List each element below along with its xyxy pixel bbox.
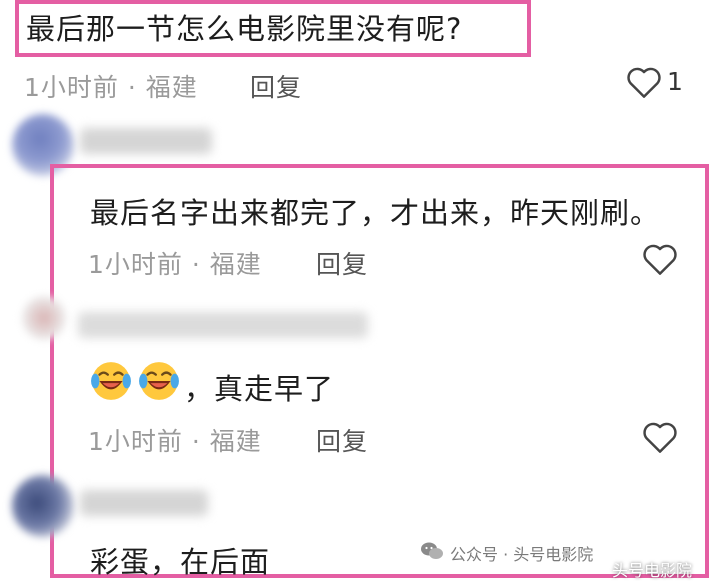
laughing-crying-emoji-icon xyxy=(139,362,179,400)
wechat-icon xyxy=(421,542,443,559)
reply-2-time-location: 1小时前 · 福建 xyxy=(88,427,262,456)
heart-icon[interactable] xyxy=(641,242,679,276)
heart-icon[interactable] xyxy=(641,420,679,454)
watermark-source-label: 公众号 · 头号电影院 xyxy=(450,545,594,564)
reply-3-author-name-blurred[interactable] xyxy=(80,490,208,516)
top-comment-reply-button[interactable]: 回复 xyxy=(250,68,302,104)
reply-2-reply-button[interactable]: 回复 xyxy=(316,422,368,458)
reply-1-text: 最后名字出来都完了，才出来，昨天刚刷。 xyxy=(90,196,661,230)
top-comment-time-location: 1小时前 · 福建 xyxy=(24,73,198,102)
reply-3-text: 彩蛋，在后面 xyxy=(90,545,271,579)
reply-2-avatar[interactable] xyxy=(22,296,66,340)
reply-2-author-name-blurred[interactable] xyxy=(78,312,368,338)
reply-2-text: ，真走早了 xyxy=(184,372,335,406)
comment-thread-screenshot: 最后那一节怎么电影院里没有呢? 1小时前 · 福建 回复 1 最后名字出来都完了… xyxy=(0,0,719,581)
reply-1-author-name-blurred[interactable] xyxy=(80,128,212,154)
reply-1-time-location: 1小时前 · 福建 xyxy=(88,250,262,279)
reply-1-avatar[interactable] xyxy=(12,114,74,176)
laughing-crying-emoji-icon xyxy=(91,362,131,400)
watermark-overlay-label: 头号电影院 xyxy=(612,561,693,580)
heart-icon[interactable] xyxy=(625,65,663,99)
reply-1-reply-button[interactable]: 回复 xyxy=(316,245,368,281)
reply-3-avatar[interactable] xyxy=(12,475,74,537)
top-comment-like-count: 1 xyxy=(667,67,683,96)
top-comment-text: 最后那一节怎么电影院里没有呢? xyxy=(26,12,463,46)
